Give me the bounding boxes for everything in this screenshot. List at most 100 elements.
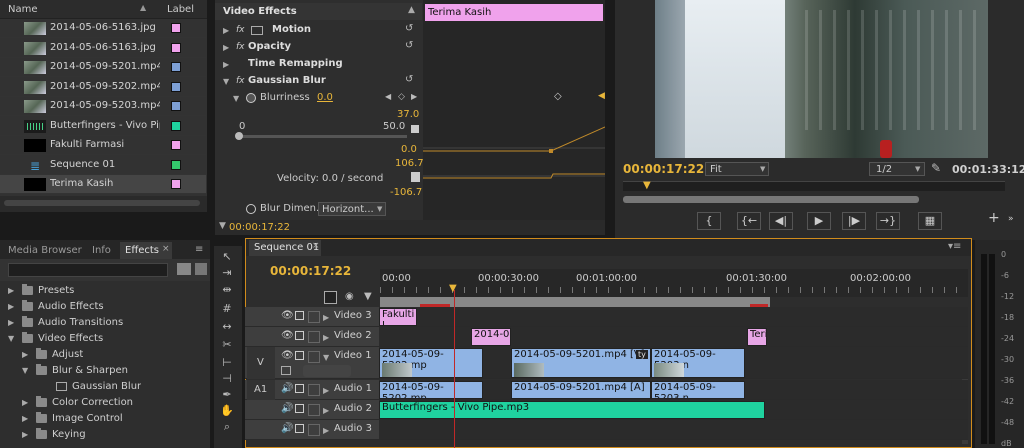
add-keyframe-icon[interactable]: ◇ [398, 92, 405, 102]
playhead-marker-icon[interactable]: ▼ [449, 283, 457, 294]
program-timecode[interactable]: 00:00:17:22 [623, 162, 704, 176]
add-marker-icon[interactable]: ▼ [364, 291, 372, 302]
effects-tree-item[interactable]: ▼ Blur & Sharpen [0, 363, 210, 379]
mark-in-button[interactable]: { [697, 212, 721, 230]
razor-tool-icon[interactable]: ✂ [220, 338, 234, 352]
project-item[interactable]: 2014-05-09-5202.mp4 [0, 78, 206, 97]
filter-icon[interactable]: ▼ [219, 221, 226, 231]
expand-triangle-icon[interactable]: ▶ [8, 286, 14, 295]
blurriness-slider[interactable] [239, 135, 407, 138]
expand-triangle-icon[interactable]: ▶ [223, 26, 229, 35]
expand-triangle-icon[interactable]: ▶ [323, 386, 329, 395]
expand-triangle-icon[interactable]: ▶ [22, 398, 28, 407]
label-color-swatch[interactable] [171, 101, 181, 111]
collapse-triangle-icon[interactable]: ▼ [323, 353, 329, 362]
effects-tree-item[interactable]: ▶ Color Correction [0, 395, 210, 411]
timeline-playhead[interactable] [454, 290, 455, 448]
resolution-dropdown[interactable]: 1/2 ▼ [869, 162, 925, 176]
clip-terima[interactable]: Teri [747, 328, 767, 346]
reset-icon[interactable]: ↺ [405, 40, 413, 51]
next-keyframe-icon[interactable]: ▶ [411, 92, 417, 101]
clip-fakulti[interactable]: Fakulti I [379, 308, 417, 326]
project-item[interactable]: Fakulti Farmasi [0, 136, 206, 155]
eye-icon[interactable]: 👁 [281, 310, 294, 321]
play-button[interactable]: ▶ [807, 212, 831, 230]
sync-box-icon[interactable] [308, 424, 320, 436]
speaker-icon[interactable]: 🔊 [281, 383, 293, 394]
clip-5201-audio[interactable]: 2014-05-09-5201.mp4 [A] [511, 381, 651, 399]
timeline-ruler[interactable]: 00:00 00:00:30:00 00:01:00:00 00:01:30:0… [380, 269, 968, 297]
hand-tool-icon[interactable]: ✋ [220, 404, 234, 418]
speaker-icon[interactable]: 🔊 [281, 423, 293, 434]
label-color-swatch[interactable] [171, 23, 181, 33]
effects-tree-item[interactable]: ▶ Image Control [0, 411, 210, 427]
selection-tool-icon[interactable]: ↖ [220, 250, 234, 264]
lock-icon[interactable] [295, 311, 304, 320]
effects-tree-item[interactable]: ▶ Presets [0, 283, 210, 299]
label-color-swatch[interactable] [171, 81, 181, 92]
sync-box-icon[interactable] [308, 311, 320, 323]
sync-box-icon[interactable] [308, 331, 320, 343]
effects-tree-item[interactable]: ▶ Keying [0, 427, 210, 443]
reset-icon[interactable]: ↺ [405, 74, 413, 85]
monitor-zoom-bar[interactable] [623, 196, 919, 203]
expand-triangle-icon[interactable]: ▶ [323, 406, 329, 415]
effect-row-gaussian-blur[interactable]: ▼ fx Gaussian Blur ↺ [215, 73, 421, 90]
speaker-icon[interactable]: 🔊 [281, 403, 293, 414]
video-frame[interactable] [655, 0, 988, 158]
clip-5203-audio[interactable]: 2014-05-09-5203.n [651, 381, 745, 399]
collapse-triangle-icon[interactable]: ▼ [8, 334, 14, 343]
collapse-triangle-icon[interactable]: ▼ [223, 77, 229, 86]
eye-icon[interactable]: 👁 [281, 350, 294, 361]
effect-row-motion[interactable]: ▶ fx Motion ↺ [215, 22, 421, 39]
effects-search-input[interactable] [8, 263, 168, 277]
expand-triangle-icon[interactable]: ▶ [8, 318, 14, 327]
expand-triangle-icon[interactable]: ▶ [323, 313, 329, 322]
sync-box-icon[interactable] [308, 351, 320, 363]
work-area-bar[interactable] [380, 297, 770, 307]
add-button-icon[interactable]: + [988, 210, 1000, 226]
tab-media-browser[interactable]: Media Browser [8, 245, 82, 256]
step-back-button[interactable]: ◀| [769, 212, 793, 230]
label-color-swatch[interactable] [171, 179, 181, 189]
expand-triangle-icon[interactable]: ▶ [22, 350, 28, 359]
collapse-triangle-icon[interactable]: ▼ [22, 366, 28, 375]
blur-dimensions-dropdown[interactable]: Horizont... ▼ [318, 202, 386, 216]
source-patch-v[interactable]: V [247, 347, 275, 379]
lock-icon[interactable] [295, 384, 304, 393]
collapse-up-icon[interactable]: ▲ [408, 5, 415, 15]
effect-controls-timecode[interactable]: 00:00:17:22 [229, 222, 290, 233]
label-color-swatch[interactable] [171, 42, 181, 53]
go-to-in-button[interactable]: {← [737, 212, 761, 230]
accelerated-effects-icon[interactable] [177, 263, 191, 275]
blurriness-value[interactable]: 0.0 [317, 92, 333, 103]
scrollbar-track[interactable] [4, 200, 200, 206]
close-tab-icon[interactable]: × [312, 241, 320, 251]
zoom-fit-dropdown[interactable]: Fit ▼ [705, 162, 769, 176]
ripple-edit-tool-icon[interactable]: ⇹ [220, 283, 234, 297]
reset-icon[interactable]: ↺ [405, 23, 413, 34]
clip-5202-audio[interactable]: 2014-05-09-5202.mp [379, 381, 483, 399]
expand-triangle-icon[interactable]: ▶ [8, 302, 14, 311]
effects-tree-item[interactable]: ▶ Audio Effects [0, 299, 210, 315]
effect-row-opacity[interactable]: ▶ fx Opacity ↺ [215, 39, 421, 56]
stopwatch-icon[interactable] [246, 204, 256, 214]
clip-5203-video[interactable]: 2014-05-09-5203.n [651, 348, 745, 378]
clip-2014[interactable]: 2014-0 [471, 328, 511, 346]
prev-keyframe-icon[interactable]: ◀ [385, 92, 391, 101]
stopwatch-icon[interactable] [246, 93, 256, 103]
clip-5202-video[interactable]: 2014-05-09-5202.mp [379, 348, 483, 378]
zoom-tool-icon[interactable]: ⌕ [220, 420, 234, 434]
expand-triangle-icon[interactable]: ▶ [22, 414, 28, 423]
lock-icon[interactable] [295, 351, 304, 360]
keyframe-nav[interactable] [303, 365, 351, 377]
go-to-out-button[interactable]: →} [876, 212, 900, 230]
effects-tree-item[interactable]: Gaussian Blur [0, 379, 210, 395]
rate-stretch-tool-icon[interactable]: ↔ [220, 320, 234, 334]
clip-5201-video[interactable]: 2014-05-09-5201.mp4 [V] ty [511, 348, 651, 378]
tab-info[interactable]: Info [92, 245, 111, 256]
velocity-toggle-icon[interactable] [411, 172, 420, 182]
expand-triangle-icon[interactable]: ▶ [223, 43, 229, 52]
marker-icon[interactable]: ◉ [345, 291, 354, 302]
lock-icon[interactable] [295, 424, 304, 433]
